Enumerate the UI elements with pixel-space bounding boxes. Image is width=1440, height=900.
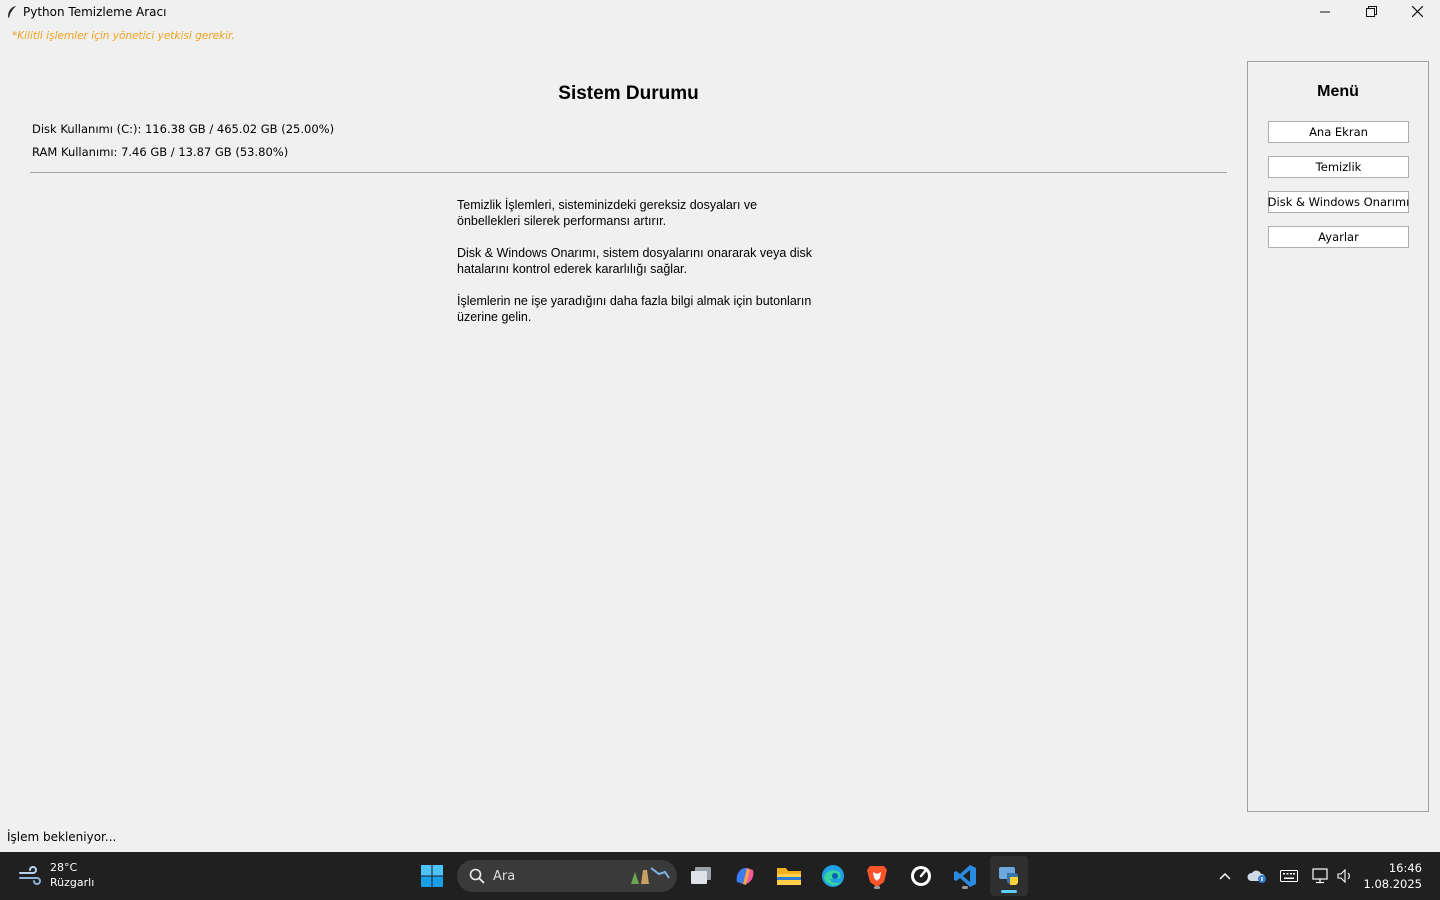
copilot-icon xyxy=(736,867,754,885)
chevron-up-icon xyxy=(1219,872,1231,880)
ram-usage-label: RAM Kullanımı: 7.46 GB / 13.87 GB (53.80… xyxy=(32,145,289,159)
windows-logo-icon xyxy=(421,865,443,887)
brave-icon xyxy=(867,866,887,887)
minimize-icon xyxy=(1320,11,1330,12)
close-button[interactable] xyxy=(1394,0,1440,23)
cloud-sync-icon xyxy=(1247,870,1266,883)
feather-icon xyxy=(4,4,20,20)
clock-time: 16:46 xyxy=(1388,861,1422,875)
weather-temp: 28°C xyxy=(50,861,78,874)
restore-icon xyxy=(1365,6,1377,17)
network-tray-button[interactable] xyxy=(1309,864,1333,888)
status-text: İşlem bekleniyor... xyxy=(7,830,117,844)
disk-usage-label: Disk Kullanımı (C:): 116.38 GB / 465.02 … xyxy=(32,122,335,136)
edge-browser-button[interactable] xyxy=(817,860,849,892)
vscode-button[interactable] xyxy=(949,860,981,892)
home-button[interactable]: Ana Ekran xyxy=(1268,121,1409,143)
task-view-icon xyxy=(691,867,711,884)
network-icon xyxy=(1312,868,1328,884)
active-indicator xyxy=(1001,890,1017,893)
minimize-button[interactable] xyxy=(1302,0,1348,23)
weather-widget[interactable]: 28°C Rüzgarlı xyxy=(18,860,94,890)
clock[interactable]: 16:46 1.08.2025 xyxy=(1363,860,1422,892)
page-title: Sistem Durumu xyxy=(558,83,699,104)
keyboard-tray-button[interactable] xyxy=(1277,864,1301,888)
admin-warning: *Kilitli işlemler için yönetici yetkisi … xyxy=(12,30,235,42)
running-indicator xyxy=(874,886,880,889)
start-button[interactable] xyxy=(416,860,448,892)
window-title: Python Temizleme Aracı xyxy=(23,4,167,19)
show-hidden-icons-button[interactable] xyxy=(1213,864,1237,888)
task-view-button[interactable] xyxy=(685,860,717,892)
gauge-icon xyxy=(911,866,931,886)
speaker-icon xyxy=(1337,869,1350,883)
edge-icon xyxy=(822,865,844,887)
volume-tray-button[interactable] xyxy=(1333,864,1357,888)
search-placeholder: Ara xyxy=(493,868,516,884)
info-paragraph-hover: İşlemlerin ne işe yaradığını daha fazla … xyxy=(457,294,812,324)
onedrive-tray-button[interactable] xyxy=(1245,864,1269,888)
app-button-circle[interactable] xyxy=(905,860,937,892)
menu-panel: Menü Ana Ekran Temizlik Disk & Windows O… xyxy=(1247,61,1429,812)
menu-title: Menü xyxy=(1317,83,1359,100)
settings-button[interactable]: Ayarlar xyxy=(1268,226,1409,248)
info-text: Temizlik İşlemleri, sisteminizdeki gerek… xyxy=(457,197,817,341)
separator xyxy=(30,172,1227,173)
cleanup-button[interactable]: Temizlik xyxy=(1268,156,1409,178)
file-explorer-button[interactable] xyxy=(773,860,805,892)
folder-icon xyxy=(777,868,801,885)
disk-windows-repair-button[interactable]: Disk & Windows Onarımı xyxy=(1268,191,1409,213)
brave-browser-button[interactable] xyxy=(861,860,893,892)
wind-icon xyxy=(19,866,41,885)
search-icon xyxy=(469,868,485,884)
python-icon xyxy=(999,867,1018,885)
taskbar: 28°C Rüzgarlı Ara 16:46 1.08.2025 xyxy=(0,852,1440,900)
title-bar: Python Temizleme Aracı xyxy=(0,0,1440,23)
vscode-icon xyxy=(954,865,976,887)
maximize-button[interactable] xyxy=(1348,0,1394,23)
info-paragraph-cleanup: Temizlik İşlemleri, sisteminizdeki gerek… xyxy=(457,198,758,228)
close-icon xyxy=(1411,6,1423,17)
weather-desc: Rüzgarlı xyxy=(50,876,95,889)
python-app-button[interactable] xyxy=(990,856,1028,896)
search-input[interactable]: Ara xyxy=(457,860,677,892)
clock-date: 1.08.2025 xyxy=(1363,877,1422,891)
search-highlight-icon xyxy=(625,864,671,888)
info-paragraph-repair: Disk & Windows Onarımı, sistem dosyaları… xyxy=(457,246,812,276)
running-indicator xyxy=(962,886,968,889)
copilot-button[interactable] xyxy=(729,860,761,892)
keyboard-icon xyxy=(1280,870,1298,882)
